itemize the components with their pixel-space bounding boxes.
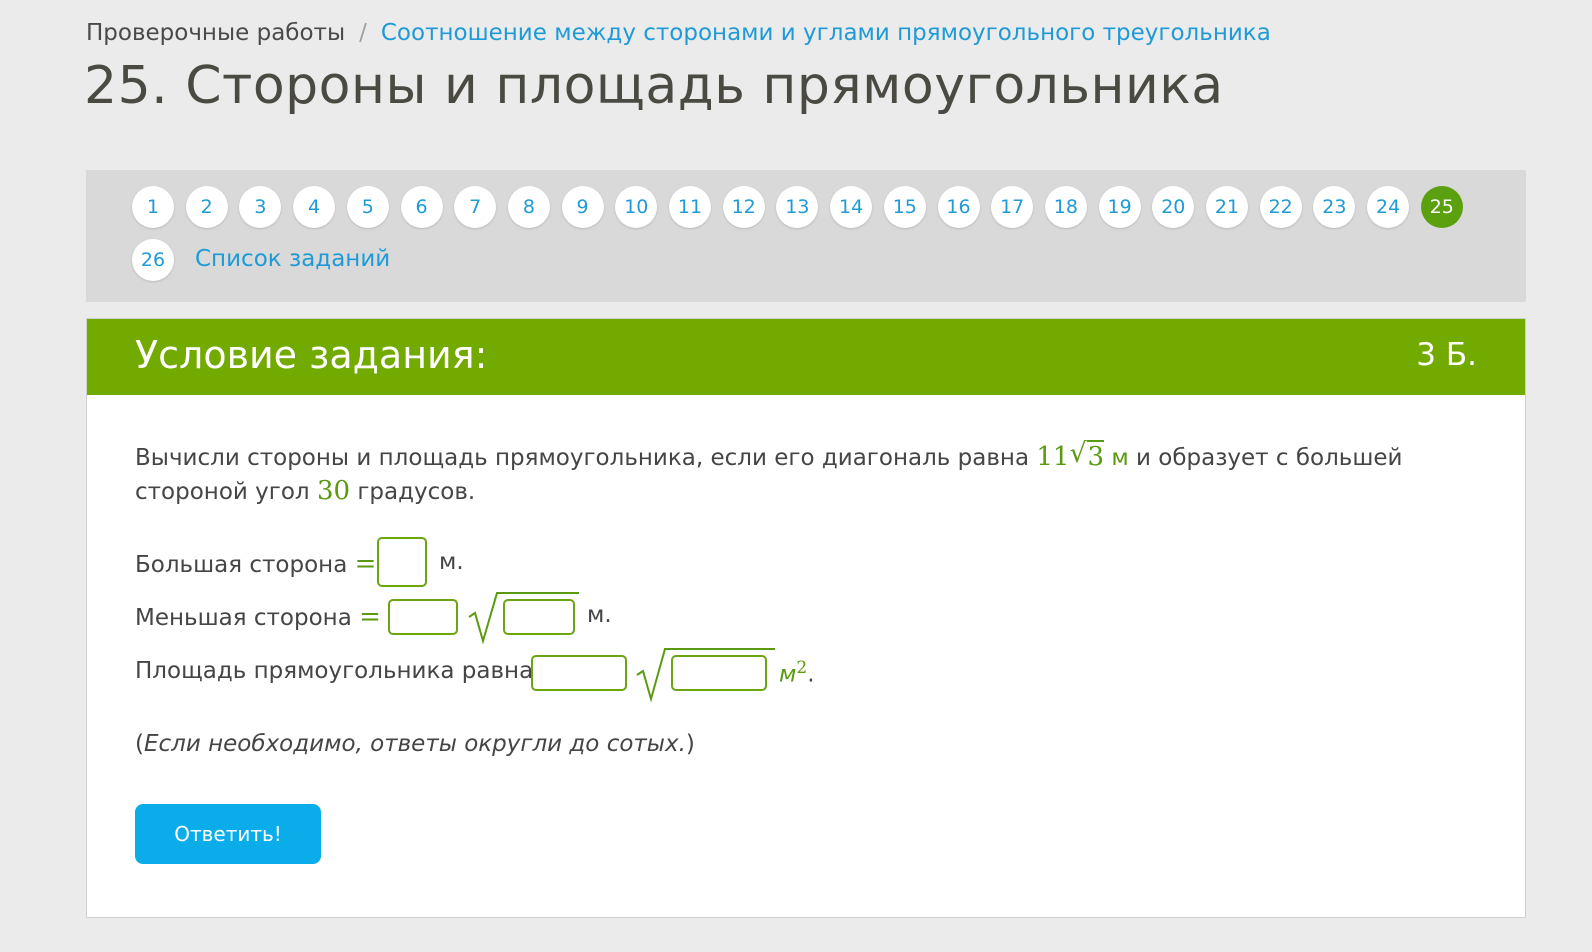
- diagonal-coefficient: 11: [1036, 442, 1070, 472]
- submit-button[interactable]: Ответить!: [135, 804, 321, 864]
- sqrt-icon: √: [1069, 438, 1087, 469]
- task-nav-item-1[interactable]: 1: [132, 186, 174, 228]
- task-nav-panel: 1 2 3 4 5 6 7 8 9 10 11 12 13 14 15 16 17 18 19 20 21 22 23 24 2…: [86, 170, 1526, 302]
- statement-text-1: Вычисли стороны и площадь прямоугольника…: [135, 445, 1030, 471]
- smaller-side-coef-input[interactable]: [388, 599, 458, 635]
- diagonal-unit: м: [1111, 445, 1129, 471]
- task-nav-item-19[interactable]: 19: [1098, 186, 1141, 228]
- equals-sign: =: [359, 602, 381, 632]
- task-nav-item-11[interactable]: 11: [669, 186, 711, 228]
- task-nav-item-2[interactable]: 2: [185, 186, 228, 228]
- bigger-side-label: Большая сторона: [135, 552, 348, 578]
- equals-sign: =: [354, 549, 377, 579]
- task-header: Условие задания: 3 Б.: [87, 319, 1525, 395]
- task-nav-item-22[interactable]: 22: [1259, 186, 1302, 228]
- task-nav-item-12[interactable]: 12: [722, 186, 765, 228]
- task-nav-item-21[interactable]: 21: [1206, 186, 1248, 228]
- breadcrumb-separator: /: [359, 20, 367, 46]
- area-period: .: [807, 661, 815, 688]
- task-nav-item-25[interactable]: 25: [1420, 186, 1463, 228]
- task-nav-item-6[interactable]: 6: [400, 186, 443, 228]
- hint-text: Если необходимо, ответы округли до сотых…: [143, 731, 686, 757]
- diagonal-root-value: 3: [1087, 440, 1104, 472]
- breadcrumb-root[interactable]: Проверочные работы: [86, 20, 345, 46]
- task-header-title: Условие задания:: [135, 333, 488, 377]
- task-nav-item-24[interactable]: 24: [1367, 186, 1410, 228]
- diagonal-sqrt: √ 3: [1069, 438, 1104, 475]
- area-label: Площадь прямоугольника равна: [135, 658, 534, 684]
- area-coef-input[interactable]: [531, 655, 627, 691]
- smaller-side-unit: м.: [587, 602, 612, 628]
- task-nav-item-9[interactable]: 9: [561, 186, 604, 228]
- area-unit: м2.: [779, 658, 815, 688]
- statement-text-3: градусов.: [357, 479, 476, 505]
- task-nav-item-8[interactable]: 8: [507, 186, 550, 228]
- task-list-link[interactable]: Список заданий: [195, 246, 390, 272]
- bigger-side-unit: м.: [439, 549, 464, 575]
- task-nav-item-13[interactable]: 13: [776, 186, 819, 228]
- task-nav-item-17[interactable]: 17: [991, 186, 1034, 228]
- task-nav-item-18[interactable]: 18: [1044, 186, 1087, 228]
- area-root-input[interactable]: [671, 655, 767, 691]
- task-nav-item-15[interactable]: 15: [883, 186, 926, 228]
- answer-row-bigger-side: Большая сторона =: [135, 549, 376, 579]
- task-nav-item-23[interactable]: 23: [1313, 186, 1356, 228]
- task-nav-item-26[interactable]: 26: [132, 239, 174, 281]
- task-nav-item-4[interactable]: 4: [293, 186, 336, 228]
- task-nav-item-10[interactable]: 10: [615, 186, 658, 228]
- task-nav-item-20[interactable]: 20: [1152, 186, 1195, 228]
- task-nav-item-5[interactable]: 5: [346, 186, 389, 228]
- task-points: 3 Б.: [1416, 337, 1477, 373]
- area-unit-letter: м: [779, 661, 797, 688]
- smaller-side-label: Меньшая сторона: [135, 605, 352, 631]
- breadcrumb-current-link[interactable]: Соотношение между сторонами и углами пря…: [381, 20, 1271, 46]
- answer-row-area: Площадь прямоугольника равна: [135, 658, 533, 684]
- hint-open-paren: (: [135, 731, 144, 757]
- task-nav-item-7[interactable]: 7: [454, 186, 497, 228]
- task-statement: Вычисли стороны и площадь прямоугольника…: [135, 438, 1435, 509]
- answer-row-smaller-side: Меньшая сторона =: [135, 602, 381, 632]
- breadcrumb: Проверочные работы / Соотношение между сто…: [86, 20, 1271, 46]
- hint-close-paren: ): [685, 731, 695, 757]
- task-nav-item-16[interactable]: 16: [937, 186, 980, 228]
- rounding-hint: (Если необходимо, ответы округли до соты…: [135, 731, 695, 757]
- task-nav-item-14[interactable]: 14: [830, 186, 873, 228]
- bigger-side-input[interactable]: [377, 537, 427, 587]
- angle-value: 30: [316, 476, 351, 506]
- page: Проверочные работы / Соотношение между сто…: [0, 0, 1592, 952]
- task-card: Условие задания: 3 Б. Вычисли стороны и …: [86, 318, 1526, 918]
- page-title: 25. Стороны и площадь прямоугольника: [84, 56, 1224, 116]
- smaller-side-root-input[interactable]: [503, 599, 575, 635]
- area-unit-exponent: 2: [796, 658, 808, 678]
- task-nav-item-3[interactable]: 3: [239, 186, 282, 228]
